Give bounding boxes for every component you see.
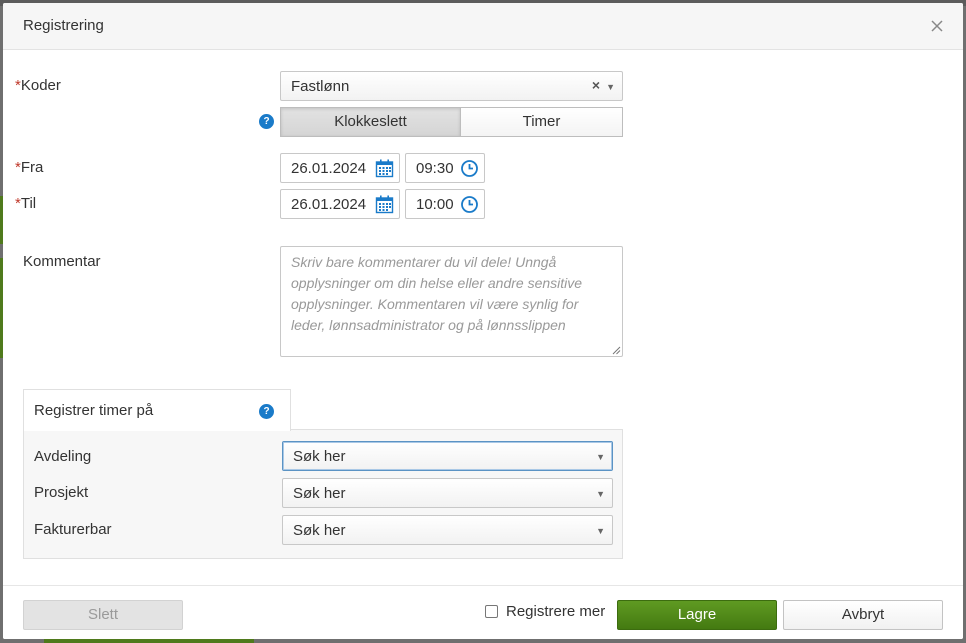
toggle-option[interactable]: Klokkeslett — [280, 107, 461, 137]
from-label-text: Fra — [20, 159, 44, 176]
comment-label: Kommentar — [23, 253, 101, 270]
help-icon[interactable]: ? — [259, 114, 274, 129]
project-select-value: Søk her — [293, 485, 346, 502]
clear-icon[interactable]: × — [592, 78, 600, 93]
to-date-value: 26.01.2024 — [291, 196, 367, 213]
to-label-text: Til — [20, 195, 37, 212]
to-time-input[interactable]: 10:00 — [405, 189, 485, 219]
registration-dialog: Registrering *Koder Fastlønn × ▼ ? Klokk… — [3, 3, 963, 639]
from-time-value: 09:30 — [416, 160, 454, 177]
register-hours-panel: Avdeling Søk her ▼ Prosjekt Søk her ▼ Fa… — [23, 429, 623, 559]
billable-label: Fakturerbar — [34, 521, 112, 538]
dialog-footer: Slett Registrere mer Lagre Avbryt — [3, 585, 963, 639]
clock-icon[interactable] — [460, 195, 479, 214]
dialog-header: Registrering — [3, 3, 963, 50]
delete-button[interactable]: Slett — [23, 600, 183, 630]
save-button[interactable]: Lagre — [617, 600, 777, 630]
from-date-input[interactable]: 26.01.2024 — [280, 153, 400, 183]
code-label: *Koder — [15, 77, 61, 94]
help-icon[interactable]: ? — [259, 404, 274, 419]
calendar-icon[interactable] — [375, 159, 394, 178]
to-time-value: 10:00 — [416, 196, 454, 213]
code-select-value: Fastlønn — [291, 78, 350, 95]
chevron-down-icon: ▼ — [596, 526, 605, 536]
department-select[interactable]: Søk her ▼ — [282, 441, 613, 471]
from-date-value: 26.01.2024 — [291, 160, 367, 177]
comment-textarea[interactable]: Skriv bare kommentarer du vil dele! Unng… — [280, 246, 623, 357]
comment-placeholder: Skriv bare kommentarer du vil dele! Unng… — [291, 254, 583, 333]
to-label: *Til — [15, 195, 36, 212]
chevron-down-icon: ▼ — [596, 452, 605, 462]
project-label: Prosjekt — [34, 484, 89, 501]
from-label: *Fra — [15, 159, 43, 176]
billable-select-value: Søk her — [293, 522, 346, 539]
resize-handle-icon[interactable] — [612, 346, 621, 355]
close-icon[interactable] — [929, 18, 945, 34]
chevron-down-icon: ▼ — [606, 82, 615, 92]
to-date-input[interactable]: 26.01.2024 — [280, 189, 400, 219]
project-select[interactable]: Søk her ▼ — [282, 478, 613, 508]
code-label-text: Koder — [20, 77, 61, 94]
cancel-button[interactable]: Avbryt — [783, 600, 943, 630]
billable-select[interactable]: Søk her ▼ — [282, 515, 613, 545]
register-more-checkbox[interactable] — [485, 605, 498, 618]
clock-icon[interactable] — [460, 159, 479, 178]
register-hours-tab-label: Registrer timer på — [34, 402, 154, 419]
code-select[interactable]: Fastlønn × ▼ — [280, 71, 623, 101]
register-more-label[interactable]: Registrere mer — [506, 603, 605, 620]
from-time-input[interactable]: 09:30 — [405, 153, 485, 183]
calendar-icon[interactable] — [375, 195, 394, 214]
toggle-option[interactable]: Timer — [460, 107, 623, 137]
dialog-title: Registrering — [23, 17, 104, 34]
chevron-down-icon: ▼ — [596, 489, 605, 499]
department-select-value: Søk her — [293, 448, 346, 465]
register-hours-tab[interactable]: Registrer timer på ? — [23, 389, 291, 431]
department-label: Avdeling — [34, 448, 92, 465]
